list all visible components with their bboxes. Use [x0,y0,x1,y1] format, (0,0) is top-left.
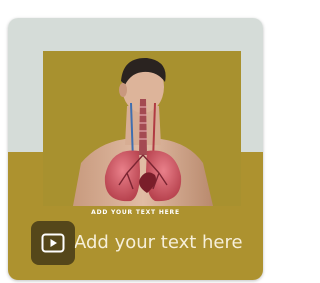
heading-text: Add your text here [74,232,243,253]
previous-card-edge [0,0,269,18]
anatomy-image [43,51,241,206]
video-play-icon [41,233,65,253]
video-play-button[interactable] [31,221,75,265]
body-text: ADD YOUR TEXT HERE [91,209,180,216]
template-card[interactable]: ADD YOUR TEXT HERE Add your text here [8,18,263,280]
